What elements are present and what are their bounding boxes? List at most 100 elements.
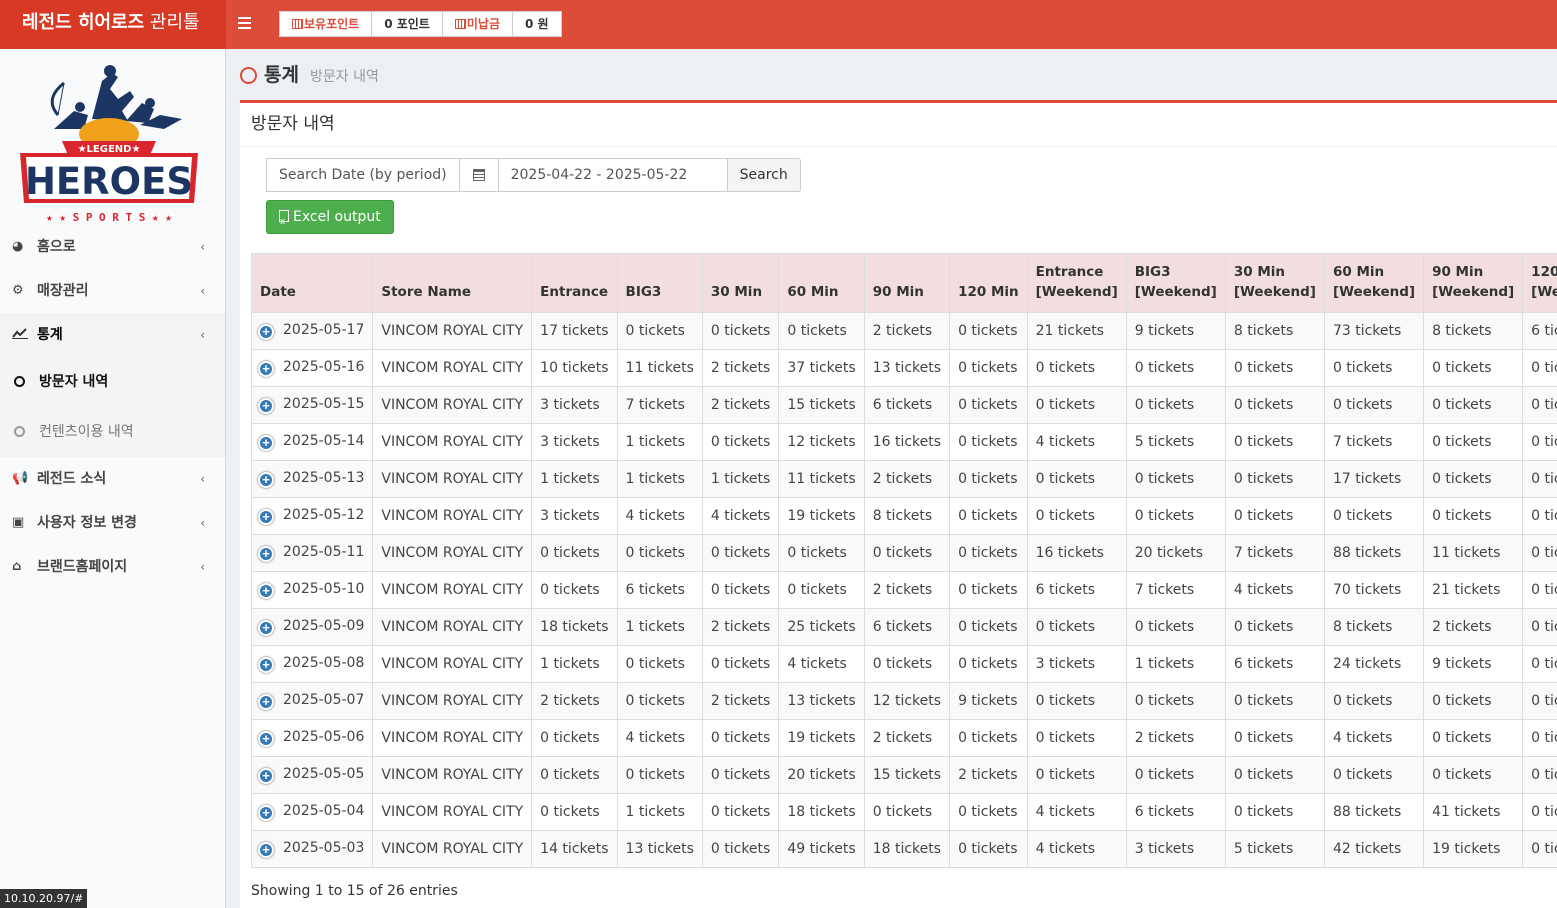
cell-value: VINCOM ROYAL CITY	[381, 656, 524, 672]
cell-value: 11 tickets	[1432, 545, 1501, 561]
table-cell: 1 tickets	[616, 608, 703, 646]
cell-value: 0 tickets	[1134, 693, 1195, 709]
cell-value: 0 tickets	[1531, 508, 1557, 524]
sidebar-item-label: 홈으로	[37, 239, 76, 255]
cell-value: 0 tickets	[872, 656, 933, 672]
column-header[interactable]: Store Name	[372, 253, 533, 313]
table-row: +2025-05-07 VINCOM ROYAL CITY 2 tickets 0 t…	[251, 682, 1557, 720]
expand-row-icon[interactable]: +	[258, 324, 274, 340]
expand-row-icon[interactable]: +	[258, 472, 274, 488]
table-cell: 0 tickets	[1224, 756, 1325, 794]
cell-value: 10 tickets	[540, 360, 609, 376]
expand-row-icon[interactable]: +	[258, 583, 274, 599]
table-cell: 0 tickets	[949, 534, 1028, 572]
expand-row-icon[interactable]: +	[258, 361, 274, 377]
column-header-label: [Weekend]	[1134, 284, 1217, 300]
column-header[interactable]: 120 Min	[949, 253, 1028, 313]
table-cell: 0 tickets	[1423, 349, 1524, 387]
column-header[interactable]: BIG3 [Weekend]	[1125, 253, 1226, 313]
expand-row-icon[interactable]: +	[258, 805, 274, 821]
column-header[interactable]: 60 Min [Weekend]	[1323, 253, 1425, 313]
cell-value: 18 tickets	[787, 804, 856, 820]
cell-value: 8 tickets	[1332, 619, 1393, 635]
table-cell: 17 tickets	[531, 312, 618, 350]
cell-value: 0 tickets	[710, 323, 771, 339]
cell-value: 0 tickets	[872, 804, 933, 820]
brand-logo-text[interactable]: 레전드 히어로즈 관리툴	[0, 0, 226, 49]
expand-row-icon[interactable]: +	[258, 509, 274, 525]
cell-value: VINCOM ROYAL CITY	[381, 582, 524, 598]
cell-value: 17 tickets	[540, 323, 609, 339]
expand-row-icon[interactable]: +	[258, 768, 274, 784]
column-header-label: Date	[260, 284, 296, 300]
table-cell: 2 tickets	[863, 571, 951, 609]
calendar-icon[interactable]	[459, 158, 499, 192]
table-row: +2025-05-17 VINCOM ROYAL CITY 17 tickets 0 …	[251, 312, 1557, 350]
date-range-input[interactable]: 2025-04-22 - 2025-05-22	[498, 158, 728, 192]
visitor-table-wrapper[interactable]: Date Store Name Entrance BIG3 30 Min 60 Min 90…	[251, 253, 1557, 869]
cell-value: 0 tickets	[625, 767, 685, 783]
column-header[interactable]: 90 Min [Weekend]	[1423, 253, 1524, 313]
cell-value: 0 tickets	[1233, 619, 1294, 635]
table-cell: 0 tickets	[1125, 756, 1226, 794]
search-button[interactable]: Search	[727, 158, 801, 192]
sidebar-item-home[interactable]: ◕ 홈으로 ‹	[0, 225, 225, 269]
expand-row-icon[interactable]: +	[258, 620, 274, 636]
submenu-item-visitor-history[interactable]: 방문자 내역	[0, 357, 225, 407]
table-cell: 0 tickets	[701, 719, 780, 757]
table-cell: 7 tickets	[1224, 534, 1325, 572]
column-header[interactable]: Entrance	[531, 253, 618, 313]
expand-row-icon[interactable]: +	[258, 694, 274, 710]
table-cell: 0 tickets	[1323, 682, 1425, 720]
expand-row-icon[interactable]: +	[258, 398, 274, 414]
expand-row-icon[interactable]: +	[258, 731, 274, 747]
column-header[interactable]: Date	[251, 253, 374, 313]
cell-value: 42 tickets	[1332, 841, 1402, 857]
column-header[interactable]: BIG3	[616, 253, 703, 313]
table-cell: 3 tickets	[531, 497, 618, 535]
cell-value: 0 tickets	[1134, 471, 1195, 487]
cell-value: 1 tickets	[625, 471, 685, 487]
sidebar-item-store[interactable]: ⚙ 매장관리 ‹	[0, 269, 225, 313]
expand-row-icon[interactable]: +	[258, 842, 274, 858]
table-cell: 18 tickets	[863, 830, 951, 868]
column-header[interactable]: Entrance [Weekend]	[1026, 253, 1127, 313]
sidebar-toggle-icon[interactable]	[238, 14, 252, 34]
sidebar-item-brand-homepage[interactable]: ⌂ 브랜드홈페이지 ‹	[0, 545, 225, 589]
cell-value: 2025-05-16	[283, 359, 365, 375]
column-header[interactable]: 30 Min [Weekend]	[1224, 253, 1325, 313]
column-header[interactable]: 60 Min	[778, 253, 865, 313]
submenu-item-content-usage[interactable]: 컨텐츠이용 내역	[0, 407, 225, 457]
excel-output-button[interactable]: Excel output	[266, 200, 394, 238]
table-cell: 0 tickets	[531, 571, 618, 609]
cell-value: 6 tickets	[1035, 582, 1096, 598]
table-cell: 0 tickets	[531, 719, 618, 757]
cell-value: 4 tickets	[1035, 434, 1096, 450]
table-cell: 0 tickets	[1522, 719, 1557, 757]
sidebar-item-news[interactable]: 📢 레전드 소식 ‹	[0, 457, 225, 501]
cell-value: 0 tickets	[1531, 582, 1557, 598]
cell-value: 0 tickets	[710, 545, 771, 561]
table-cell: 0 tickets	[1224, 719, 1325, 757]
table-cell: 3 tickets	[1026, 645, 1127, 683]
cell-value: 0 tickets	[540, 767, 600, 783]
column-header[interactable]: 30 Min	[701, 253, 780, 313]
bullhorn-icon: 📢	[12, 471, 29, 486]
table-cell: 19 tickets	[778, 497, 865, 535]
table-cell: 9 tickets	[1423, 645, 1524, 683]
table-cell: 6 tickets	[863, 386, 951, 424]
sidebar-item-user-info[interactable]: ▣ 사용자 정보 변경 ‹	[0, 501, 225, 545]
sidebar-item-stats[interactable]: 통계 ‹	[0, 313, 225, 357]
divider	[240, 146, 1557, 147]
cell-value: 0 tickets	[1432, 730, 1492, 746]
column-header[interactable]: 120 Min [Weekend]	[1522, 253, 1557, 313]
table-cell: 0 tickets	[1026, 608, 1127, 646]
expand-row-icon[interactable]: +	[258, 657, 274, 673]
expand-row-icon[interactable]: +	[258, 435, 274, 451]
column-header-label: Entrance	[540, 284, 608, 300]
column-header[interactable]: 90 Min	[863, 253, 951, 313]
dashboard-icon: ◕	[12, 239, 24, 254]
cell-value: 2 tickets	[872, 471, 933, 487]
table-cell: 0 tickets	[1125, 349, 1226, 387]
expand-row-icon[interactable]: +	[258, 546, 274, 562]
